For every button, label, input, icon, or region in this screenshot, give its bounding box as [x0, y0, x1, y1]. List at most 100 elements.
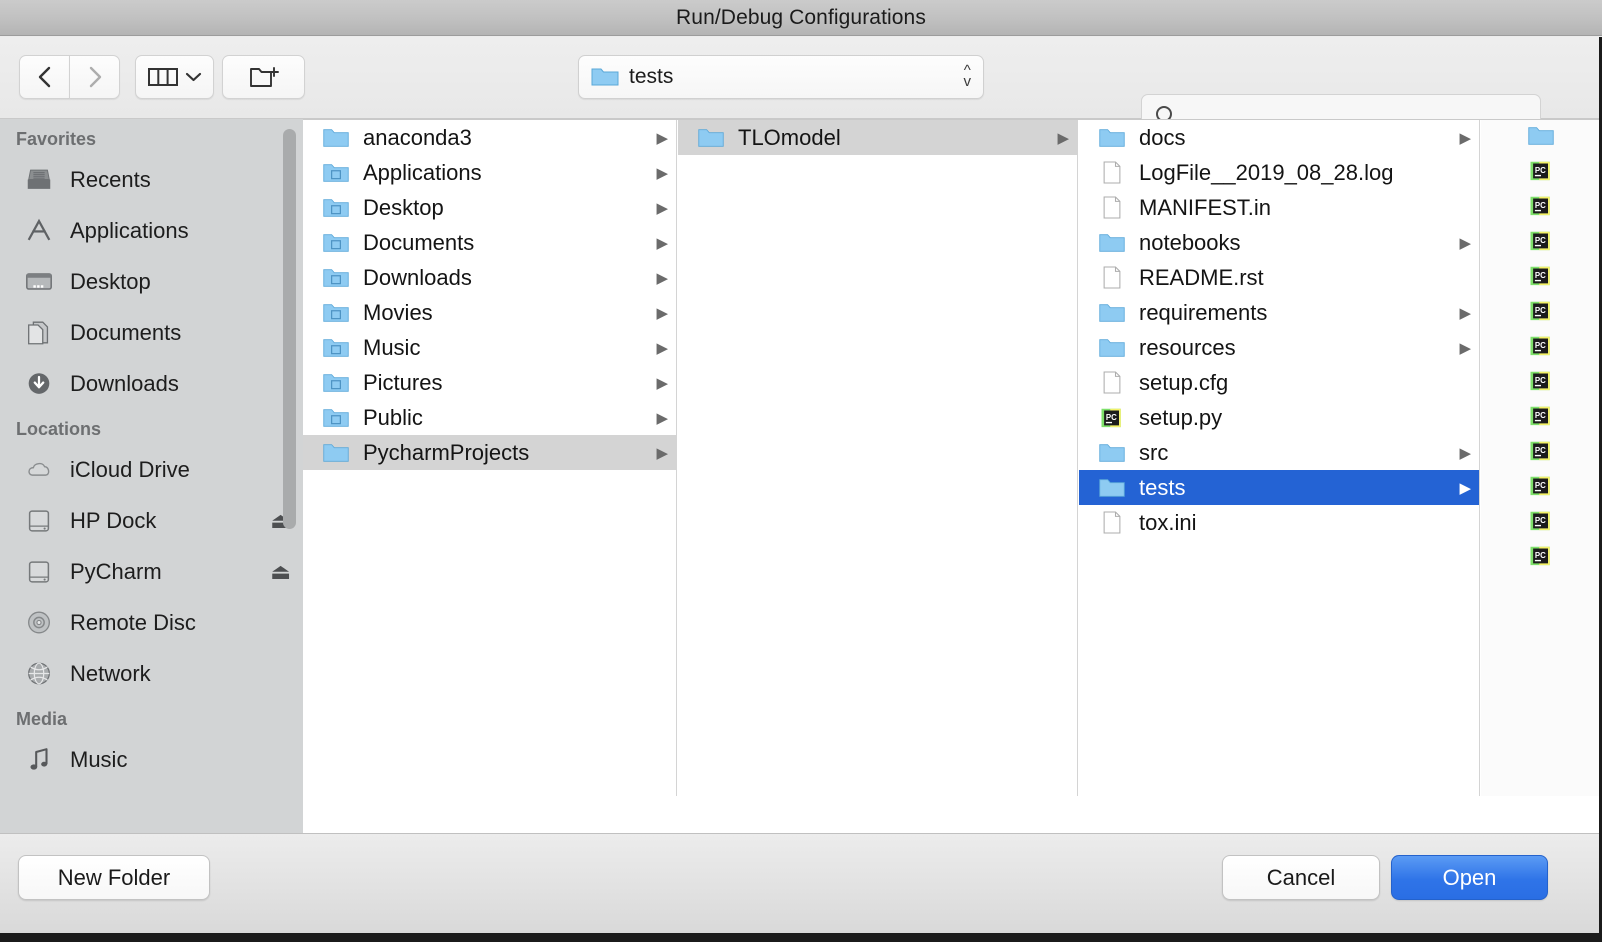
file-row[interactable]: MANIFEST.in [1079, 190, 1479, 225]
sidebar-item-icloud-drive[interactable]: iCloud Drive [0, 444, 303, 495]
sidebar: Favorites Recents Applications Desktop Docum… [0, 119, 303, 833]
downloads-icon [22, 369, 56, 399]
sidebar-item-remote-disc[interactable]: Remote Disc [0, 597, 303, 648]
folder-music-icon [321, 335, 351, 361]
sidebar-item-label: Recents [70, 166, 151, 192]
file-row[interactable]: Applications ▶ [303, 155, 676, 190]
sidebar-scrollbar[interactable] [283, 129, 296, 529]
sidebar-item-applications[interactable]: Applications [0, 205, 303, 256]
sidebar-item-music[interactable]: Music [0, 734, 303, 785]
file-row[interactable]: tox.ini [1079, 505, 1479, 540]
file-name-label: anaconda3 [363, 124, 472, 150]
list-item[interactable]: PC [1481, 295, 1601, 330]
sidebar-item-label: Documents [70, 319, 182, 345]
document-icon [1103, 161, 1121, 184]
folder-downloads-icon [323, 269, 349, 287]
sidebar-item-label: PyCharm [70, 558, 162, 584]
cancel-button[interactable]: Cancel [1222, 855, 1380, 900]
file-name-label: resources [1139, 334, 1236, 360]
list-item[interactable]: PC [1481, 330, 1601, 365]
list-item[interactable]: PC [1481, 155, 1601, 190]
list-item[interactable]: PC [1481, 260, 1601, 295]
file-row[interactable]: anaconda3 ▶ [303, 120, 676, 155]
folder-icon [696, 125, 726, 151]
pycharm-icon: PC [1527, 158, 1555, 188]
file-row[interactable]: PycharmProjects ▶ [303, 435, 676, 470]
file-row[interactable]: Music ▶ [303, 330, 676, 365]
file-name-label: Movies [363, 299, 433, 325]
sidebar-group-header: Locations [16, 419, 102, 439]
file-row[interactable]: src ▶ [1079, 435, 1479, 470]
list-item[interactable]: PC [1481, 435, 1601, 470]
list-item[interactable]: PC [1481, 365, 1601, 400]
back-button[interactable] [19, 55, 69, 99]
disclosure-arrow-icon: ▶ [656, 199, 668, 217]
sidebar-item-documents[interactable]: Documents [0, 307, 303, 358]
file-row[interactable]: Public ▶ [303, 400, 676, 435]
file-name-label: setup.py [1139, 404, 1223, 430]
svg-text:PC: PC [1535, 236, 1546, 245]
list-item[interactable]: PC [1481, 470, 1601, 505]
list-item[interactable]: PC [1481, 225, 1601, 260]
file-row[interactable]: Pictures ▶ [303, 365, 676, 400]
sidebar-item-pycharm[interactable]: PyCharm ⏏ [0, 546, 303, 597]
file-row[interactable]: Documents ▶ [303, 225, 676, 260]
sidebar-item-downloads[interactable]: Downloads [0, 358, 303, 409]
list-item[interactable]: PC [1481, 505, 1601, 540]
file-row[interactable]: docs ▶ [1079, 120, 1479, 155]
new-folder-toolbar-button[interactable] [222, 55, 305, 99]
updown-stepper-icon: ^ v [963, 62, 972, 90]
disclosure-arrow-icon: ▶ [1057, 129, 1069, 147]
cloud-icon [28, 462, 50, 476]
drive-icon [28, 561, 50, 583]
sidebar-item-network[interactable]: Network [0, 648, 303, 699]
file-row[interactable]: requirements ▶ [1079, 295, 1479, 330]
forward-button[interactable] [69, 55, 120, 99]
column-view-icon [147, 68, 178, 86]
file-row[interactable]: setup.cfg [1079, 365, 1479, 400]
list-item[interactable]: PC [1481, 540, 1601, 575]
path-popup-button[interactable]: tests ^ v [578, 55, 984, 99]
file-row[interactable]: notebooks ▶ [1079, 225, 1479, 260]
sidebar-item-recents[interactable]: Recents [0, 154, 303, 205]
list-item[interactable] [1481, 120, 1601, 155]
eject-icon[interactable]: ⏏ [270, 559, 291, 585]
pycharm-icon: PC [1530, 266, 1550, 285]
file-row[interactable]: LogFile__2019_08_28.log [1079, 155, 1479, 190]
file-name-label: docs [1139, 124, 1186, 150]
file-row[interactable]: Downloads ▶ [303, 260, 676, 295]
dialog-body: Favorites Recents Applications Desktop Docum… [0, 119, 1602, 942]
pycharm-icon: PC [1527, 298, 1555, 328]
view-mode-button[interactable] [135, 55, 214, 99]
file-name-label: TLOmodel [738, 124, 841, 150]
svg-text:PC: PC [1535, 446, 1546, 455]
folder-icon [1097, 125, 1127, 151]
file-row[interactable]: Desktop ▶ [303, 190, 676, 225]
svg-text:PC: PC [1535, 516, 1546, 525]
file-row[interactable]: TLOmodel ▶ [678, 120, 1077, 155]
file-row[interactable]: resources ▶ [1079, 330, 1479, 365]
folder-icon [1097, 230, 1127, 256]
chevron-down-icon [185, 72, 201, 82]
title-bar: Run/Debug Configurations [0, 0, 1602, 36]
file-row[interactable]: tests ▶ [1079, 470, 1479, 505]
file-row[interactable]: README.rst [1079, 260, 1479, 295]
sidebar-item-desktop[interactable]: Desktop [0, 256, 303, 307]
open-button[interactable]: Open [1391, 855, 1548, 900]
file-row[interactable]: PC setup.py [1079, 400, 1479, 435]
list-item[interactable]: PC [1481, 400, 1601, 435]
network-icon [22, 659, 56, 689]
disclosure-arrow-icon: ▶ [656, 304, 668, 322]
new-folder-button[interactable]: New Folder [18, 855, 210, 900]
pycharm-icon: PC [1530, 301, 1550, 320]
applications-icon [27, 218, 51, 241]
pycharm-icon: PC [1101, 408, 1121, 428]
list-item[interactable]: PC [1481, 190, 1601, 225]
disclosure-arrow-icon: ▶ [656, 164, 668, 182]
folder-icon [1097, 335, 1127, 361]
sidebar-item-hp-dock[interactable]: HP Dock ⏏ [0, 495, 303, 546]
folder-icon [1099, 129, 1125, 147]
document-icon [1097, 265, 1127, 291]
svg-text:PC: PC [1535, 306, 1546, 315]
file-row[interactable]: Movies ▶ [303, 295, 676, 330]
